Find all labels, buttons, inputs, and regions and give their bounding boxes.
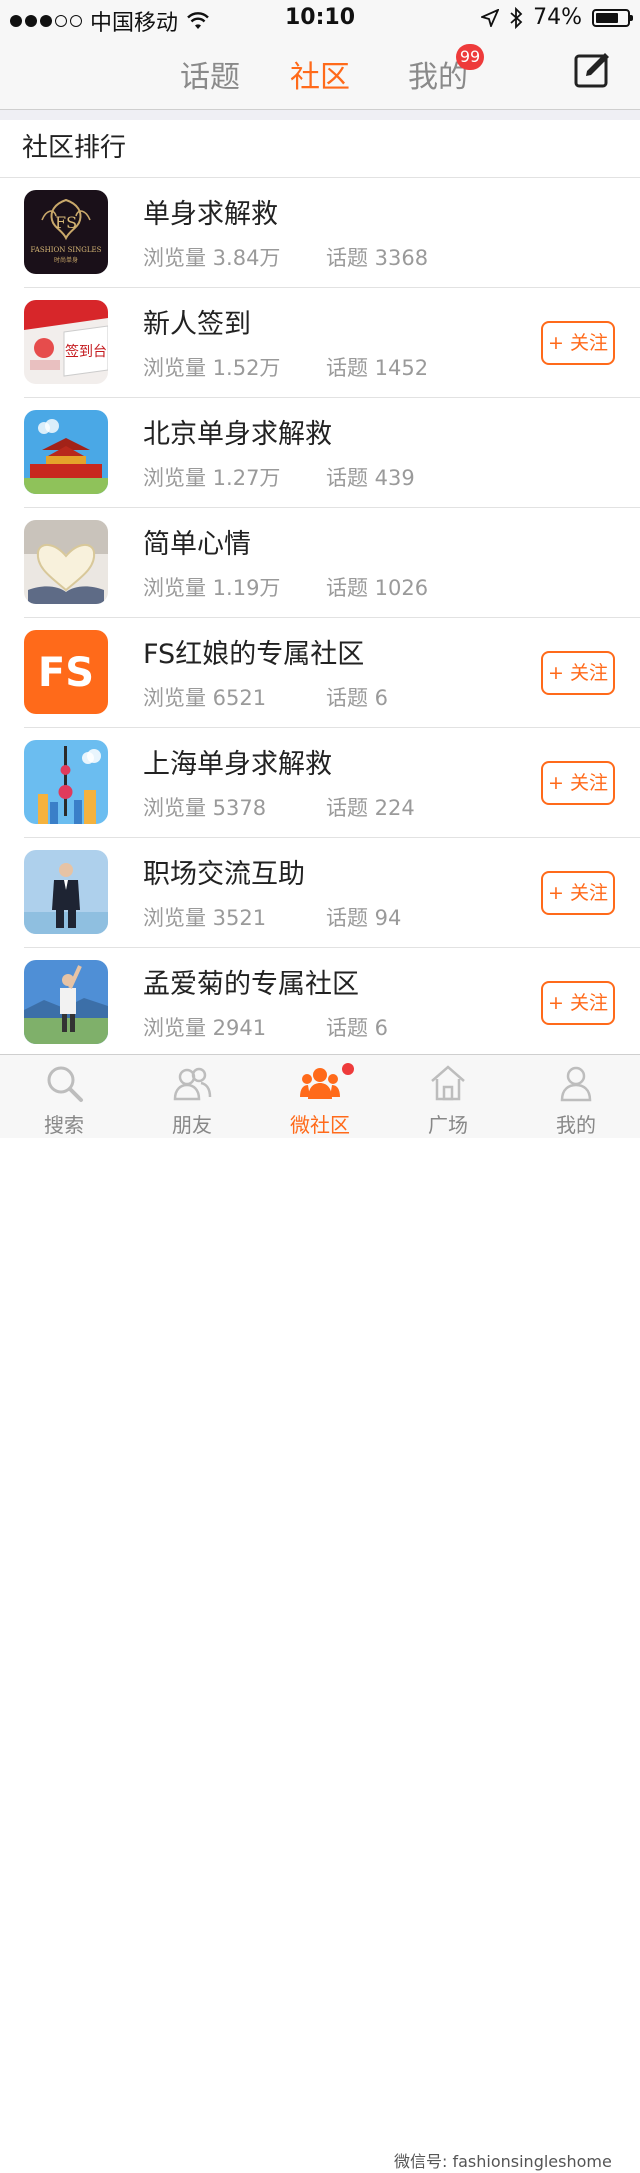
topic-count: 话题 1026 [326,576,429,600]
tab-label: 微社区 [290,1113,350,1137]
follow-button[interactable]: + 关注 [541,651,615,695]
view-count: 浏览量 3.84万 [143,246,281,270]
community-row[interactable]: FS FS红娘的专属社区 浏览量 6521 话题 6 + 关注 [0,618,640,728]
notification-badge: 99 [456,44,484,70]
compose-icon[interactable] [572,50,612,90]
tab-mine-bottom[interactable]: 我的 [512,1055,640,1139]
community-row[interactable]: 北京单身求解救 浏览量 1.27万 话题 439 [0,398,640,508]
battery-percent: 74% [533,5,582,30]
view-count: 浏览量 5378 [143,796,267,820]
view-count: 浏览量 1.19万 [143,576,281,600]
bluetooth-icon [510,6,523,29]
community-thumbnail: 签到台 [24,300,108,384]
follow-button[interactable]: + 关注 [541,321,615,365]
sign-in-desk-image: 签到台 [24,300,108,384]
section-title: 社区排行 [0,120,640,178]
topic-count: 话题 6 [326,686,389,710]
community-name: 简单心情 [143,529,251,560]
community-name: 北京单身求解救 [143,419,332,450]
svg-text:FS: FS [55,213,77,232]
community-thumbnail: FS [24,630,108,714]
community-name: 上海单身求解救 [143,749,332,780]
businessman-image [24,850,108,934]
community-row[interactable]: 简单心情 浏览量 1.19万 话题 1026 [0,508,640,618]
topic-count: 话题 3368 [326,246,429,270]
community-name: 新人签到 [143,309,251,340]
topic-count: 话题 6 [326,1016,389,1040]
svg-text:FS: FS [38,650,94,696]
section-separator [0,110,640,120]
topic-count: 话题 439 [326,466,415,490]
follow-button[interactable]: + 关注 [541,981,615,1025]
view-count: 浏览量 3521 [143,906,267,930]
tab-label: 广场 [428,1113,468,1137]
topic-count: 话题 224 [326,796,415,820]
community-row[interactable]: 孟爱菊的专属社区 浏览量 2941 话题 6 + 关注 [0,948,640,1058]
follow-button[interactable]: + 关注 [541,871,615,915]
unread-dot [342,1063,354,1075]
tab-topics[interactable]: 话题 [180,52,240,96]
svg-text:签到台: 签到台 [65,343,107,360]
traveler-image [24,960,108,1044]
fashion-singles-logo: FS FASHION SINGLES 时尚单身 [24,190,108,274]
community-name: 职场交流互助 [143,859,305,890]
community-row[interactable]: 上海单身求解救 浏览量 5378 话题 224 + 关注 [0,728,640,838]
status-bar: 中国移动 10:10 74% [0,0,640,36]
view-count: 浏览量 1.27万 [143,466,281,490]
bottom-tab-bar: 搜索 朋友 微社区 广场 我的 微信号: fashionsingleshome [0,1054,640,2173]
search-icon [47,1066,83,1102]
community-name: 孟爱菊的专属社区 [143,969,359,1000]
book-heart-image [24,520,108,604]
fs-logo: FS [24,630,108,714]
svg-text:FASHION SINGLES: FASHION SINGLES [31,246,102,254]
tab-square[interactable]: 广场 [384,1055,512,1139]
community-thumbnail [24,960,108,1044]
community-name: FS红娘的专属社区 [143,639,365,670]
tab-label: 我的 [556,1113,596,1137]
community-thumbnail [24,740,108,824]
svg-text:时尚单身: 时尚单身 [54,256,78,264]
community-row[interactable]: FS FASHION SINGLES 时尚单身 单身求解救 浏览量 3.84万 … [0,178,640,288]
follow-button[interactable]: + 关注 [541,761,615,805]
tab-label: 朋友 [172,1113,212,1137]
view-count: 浏览量 6521 [143,686,267,710]
wechat-watermark: 微信号: fashionsingleshome [390,2147,616,2173]
community-thumbnail [24,410,108,494]
top-navigation: 话题 社区 我的 99 [0,36,640,110]
community-thumbnail [24,520,108,604]
community-thumbnail: FS FASHION SINGLES 时尚单身 [24,190,108,274]
status-right: 74% [481,5,633,30]
community-row[interactable]: 职场交流互助 浏览量 3521 话题 94 + 关注 [0,838,640,948]
view-count: 浏览量 2941 [143,1016,267,1040]
topic-count: 话题 1452 [326,356,429,380]
tab-community[interactable]: 社区 [290,52,350,96]
community-row[interactable]: 签到台 新人签到 浏览量 1.52万 话题 1452 + 关注 [0,288,640,398]
shanghai-tower-image [24,740,108,824]
profile-icon [560,1066,592,1102]
community-icon [300,1068,340,1099]
community-name: 单身求解救 [143,199,278,230]
topic-count: 话题 94 [326,906,402,930]
tab-friends[interactable]: 朋友 [128,1055,256,1139]
battery-icon [592,8,633,27]
tiananmen-image [24,410,108,494]
tab-community[interactable]: 微社区 [256,1055,384,1139]
location-arrow-icon [481,8,500,27]
tab-search[interactable]: 搜索 [0,1055,128,1139]
square-icon [431,1065,465,1101]
community-thumbnail [24,850,108,934]
tab-label: 搜索 [44,1113,84,1137]
community-list: FS FASHION SINGLES 时尚单身 单身求解救 浏览量 3.84万 … [0,178,640,1058]
friends-icon [173,1067,212,1101]
view-count: 浏览量 1.52万 [143,356,281,380]
